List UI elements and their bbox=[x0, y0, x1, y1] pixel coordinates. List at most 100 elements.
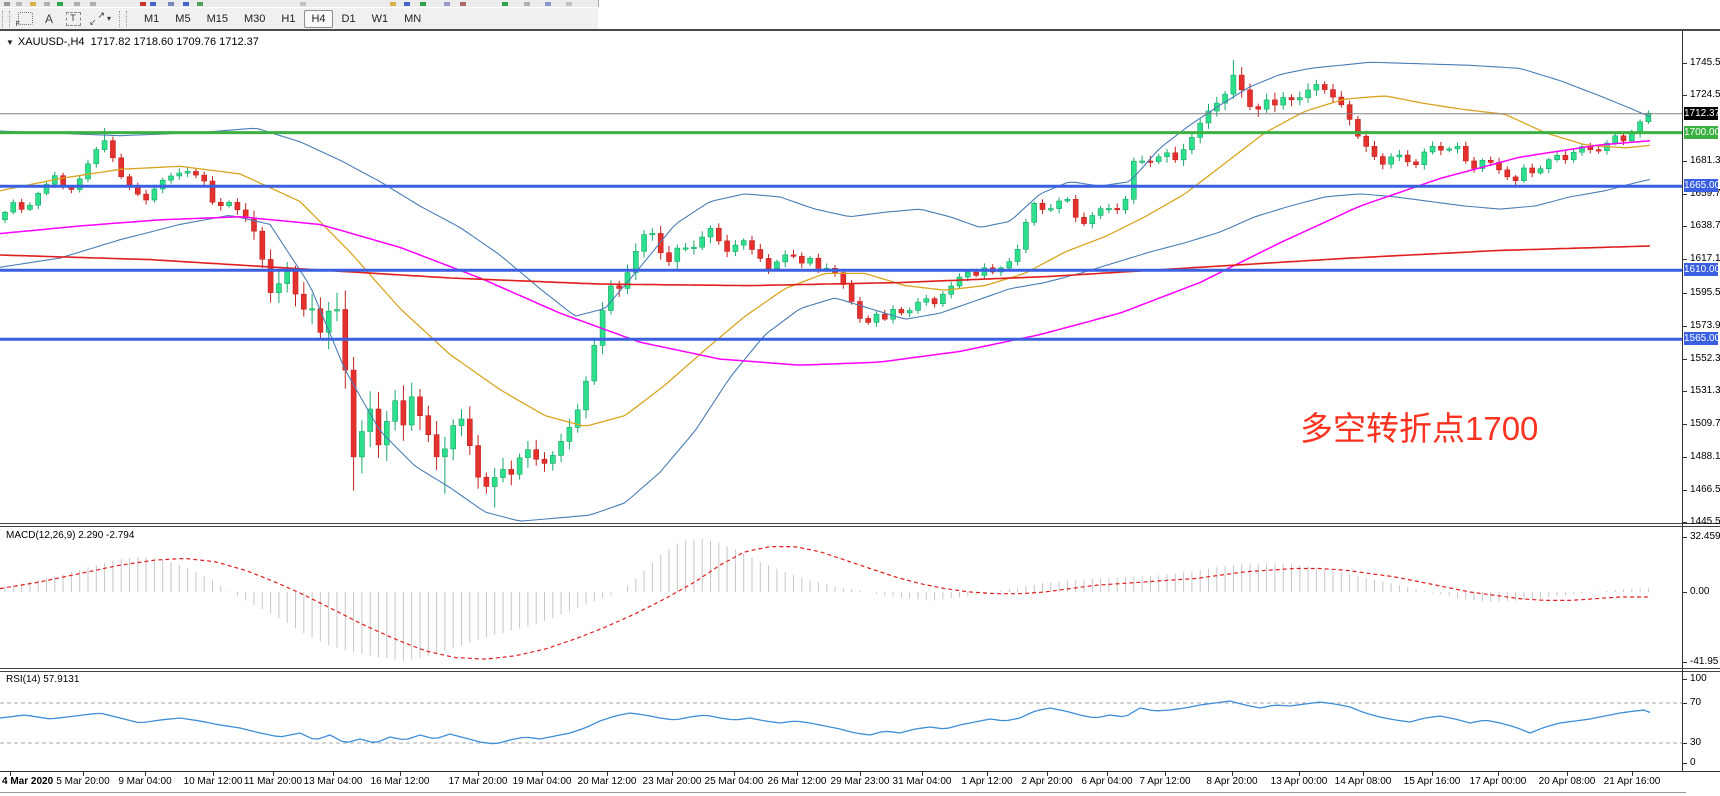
macd-tick-mark bbox=[1683, 537, 1687, 538]
macd-tick-label: 0.00 bbox=[1690, 586, 1709, 598]
price-tick-mark bbox=[1683, 490, 1687, 491]
rsi-tick-label: 70 bbox=[1690, 697, 1701, 709]
price-tick-label: 1573.90 bbox=[1690, 320, 1720, 332]
timeframe-button-m15[interactable]: M15 bbox=[200, 10, 235, 28]
price-tick-mark bbox=[1683, 226, 1687, 227]
price-tick-label: 1638.70 bbox=[1690, 220, 1720, 232]
time-tick-label: 6 Apr 04:00 bbox=[1081, 776, 1132, 787]
toolbar-icon-fragment bbox=[197, 2, 203, 6]
price-tick-mark bbox=[1683, 522, 1687, 523]
text-box-icon[interactable]: T bbox=[62, 10, 84, 28]
toolbar-icon-fragment bbox=[30, 2, 36, 6]
toolbar-drag-handle[interactable] bbox=[2, 11, 10, 27]
chart-title: ▼XAUUSD-,H4 1717.82 1718.60 1709.76 1712… bbox=[6, 36, 259, 48]
time-tick-label: 11 Mar 20:00 bbox=[244, 776, 302, 787]
toolbar-icon-fragment bbox=[460, 2, 466, 6]
time-tick-label: 2 Apr 20:00 bbox=[1021, 776, 1072, 787]
time-tick-label: 21 Apr 16:00 bbox=[1604, 776, 1661, 787]
timeframe-button-h1[interactable]: H1 bbox=[274, 10, 302, 28]
macd-tick-label: -41.95 bbox=[1690, 656, 1718, 668]
toolbar-icon-fragment bbox=[16, 2, 22, 6]
arrows-tool-icon[interactable]: ↗↙ bbox=[86, 10, 108, 28]
horizontal-scrollbar[interactable] bbox=[0, 792, 1686, 793]
toolbar-icon-fragment bbox=[545, 2, 551, 6]
time-tick-label: 19 Mar 04:00 bbox=[513, 776, 572, 787]
time-tick-label: 7 Apr 12:00 bbox=[1139, 776, 1190, 787]
price-level-badge: 1665.00 bbox=[1684, 179, 1718, 192]
price-level-badge: 1712.37 bbox=[1684, 107, 1718, 120]
crosshair-f-icon[interactable]: F bbox=[14, 10, 36, 28]
timeframe-button-h4[interactable]: H4 bbox=[304, 10, 332, 28]
price-axis-border bbox=[1682, 31, 1683, 771]
time-tick-label: 1 Apr 12:00 bbox=[961, 776, 1012, 787]
price-tick-label: 1488.10 bbox=[1690, 451, 1720, 463]
time-tick-label: 26 Mar 12:00 bbox=[768, 776, 827, 787]
timeframe-button-d1[interactable]: D1 bbox=[335, 10, 363, 28]
timeframe-button-w1[interactable]: W1 bbox=[365, 10, 396, 28]
main-toolbar-strip bbox=[0, 0, 599, 7]
price-tick-mark bbox=[1683, 95, 1687, 96]
price-tick-label: 1466.50 bbox=[1690, 484, 1720, 496]
toolbar-icon-fragment bbox=[566, 2, 572, 6]
timeframe-button-m30[interactable]: M30 bbox=[237, 10, 272, 28]
price-tick-label: 1445.50 bbox=[1690, 516, 1720, 528]
time-tick-label: 9 Mar 04:00 bbox=[118, 776, 171, 787]
toolbar-icon-fragment bbox=[502, 2, 508, 6]
price-tick-mark bbox=[1683, 259, 1687, 260]
macd-tick-mark bbox=[1683, 662, 1687, 663]
rsi-tick-label: 100 bbox=[1690, 673, 1707, 685]
time-tick-label: 4 Mar 2020 bbox=[2, 776, 53, 787]
price-tick-mark bbox=[1683, 161, 1687, 162]
price-level-badge: 1700.00 bbox=[1684, 126, 1718, 139]
rsi-tick-label: 30 bbox=[1690, 737, 1701, 749]
toolbar-icon-fragment bbox=[300, 2, 306, 6]
macd-tick-label: 32.459 bbox=[1690, 531, 1720, 543]
toolbar-icon-fragment bbox=[57, 2, 63, 6]
price-tick-label: 1552.30 bbox=[1690, 353, 1720, 365]
price-tick-mark bbox=[1683, 457, 1687, 458]
timeframe-button-mn[interactable]: MN bbox=[397, 10, 428, 28]
rsi-panel-canvas[interactable] bbox=[0, 672, 1682, 771]
timeframe-button-m1[interactable]: M1 bbox=[137, 10, 166, 28]
time-tick-label: 31 Mar 04:00 bbox=[893, 776, 952, 787]
time-tick-label: 5 Mar 20:00 bbox=[56, 776, 109, 787]
price-tick-label: 1724.50 bbox=[1690, 89, 1720, 101]
arrows-dropdown-caret-icon[interactable]: ▾ bbox=[107, 14, 111, 23]
timeframe-toolbar-handle[interactable] bbox=[119, 11, 127, 27]
rsi-tick-mark bbox=[1683, 763, 1687, 764]
chart-expander-icon[interactable]: ▼ bbox=[6, 38, 14, 47]
toolbar-icon-fragment bbox=[390, 2, 396, 6]
panel-separator[interactable] bbox=[0, 523, 1720, 524]
toolbar-icon-fragment bbox=[74, 2, 80, 6]
time-tick-label: 16 Mar 12:00 bbox=[371, 776, 430, 787]
toolbar-icon-fragment bbox=[183, 2, 189, 6]
time-tick-label: 13 Apr 00:00 bbox=[1271, 776, 1328, 787]
toolbar-icon-fragment bbox=[420, 2, 426, 6]
price-tick-mark bbox=[1683, 194, 1687, 195]
rsi-tick-mark bbox=[1683, 679, 1687, 680]
time-tick-label: 23 Mar 20:00 bbox=[643, 776, 702, 787]
time-tick-label: 25 Mar 04:00 bbox=[705, 776, 764, 787]
time-tick-label: 15 Apr 16:00 bbox=[1404, 776, 1461, 787]
timeframe-button-m5[interactable]: M5 bbox=[168, 10, 197, 28]
toolbar-icon-fragment bbox=[4, 2, 10, 6]
toolbar-icon-fragment bbox=[44, 2, 50, 6]
rsi-tick-label: 0 bbox=[1690, 757, 1696, 769]
toolbar-icon-fragment bbox=[140, 2, 146, 6]
time-tick-label: 20 Mar 12:00 bbox=[578, 776, 637, 787]
text-label-icon[interactable]: A bbox=[38, 10, 60, 28]
time-tick-label: 13 Mar 04:00 bbox=[304, 776, 363, 787]
time-tick-label: 8 Apr 20:00 bbox=[1206, 776, 1257, 787]
price-tick-mark bbox=[1683, 293, 1687, 294]
macd-label: MACD(12,26,9) 2.290 -2.794 bbox=[6, 530, 134, 541]
price-level-badge: 1610.00 bbox=[1684, 263, 1718, 276]
price-tick-label: 1745.50 bbox=[1690, 57, 1720, 69]
price-level-badge: 1565.00 bbox=[1684, 332, 1718, 345]
panel-separator[interactable] bbox=[0, 668, 1720, 669]
toolbar-icon-fragment bbox=[150, 2, 156, 6]
macd-tick-mark bbox=[1683, 592, 1687, 593]
toolbar-icon-fragment bbox=[444, 2, 450, 6]
time-tick-label: 17 Mar 20:00 bbox=[449, 776, 508, 787]
toolbar-icon-fragment bbox=[404, 2, 410, 6]
macd-panel-canvas[interactable] bbox=[0, 527, 1682, 668]
